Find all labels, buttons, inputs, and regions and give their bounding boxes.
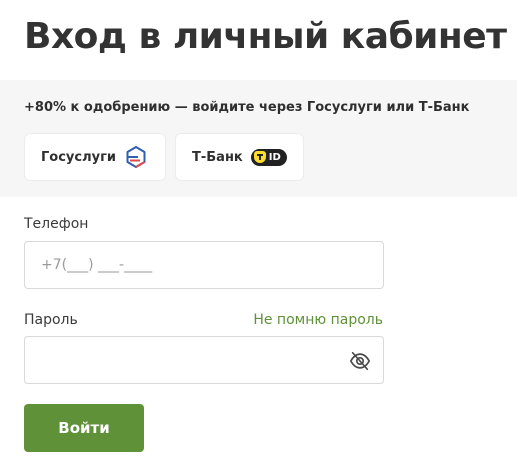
- login-button[interactable]: Войти: [24, 404, 144, 452]
- tbank-id-text: ID: [268, 151, 281, 163]
- forgot-password-link[interactable]: Не помню пароль: [253, 312, 383, 328]
- eye-slash-icon[interactable]: [349, 350, 371, 372]
- gosuslugi-label: Госуслуги: [41, 149, 116, 165]
- phone-input[interactable]: [25, 242, 325, 288]
- page-title: Вход в личный кабинет: [24, 16, 507, 57]
- password-input[interactable]: [25, 337, 325, 383]
- gosuslugi-logo-icon: [126, 146, 146, 168]
- sso-promo-text: +80% к одобрению — войдите через Госуслу…: [24, 100, 470, 115]
- password-label: Пароль: [24, 312, 78, 328]
- tbank-shield-icon: [253, 151, 266, 163]
- gosuslugi-login-button[interactable]: Госуслуги: [24, 133, 166, 181]
- tbank-id-icon: ID: [250, 148, 287, 166]
- password-field-box: [24, 336, 384, 384]
- tbank-login-button[interactable]: Т-Банк ID: [175, 133, 304, 181]
- phone-label: Телефон: [24, 216, 89, 232]
- phone-field-box: [24, 241, 384, 289]
- tbank-label: Т-Банк: [192, 149, 243, 165]
